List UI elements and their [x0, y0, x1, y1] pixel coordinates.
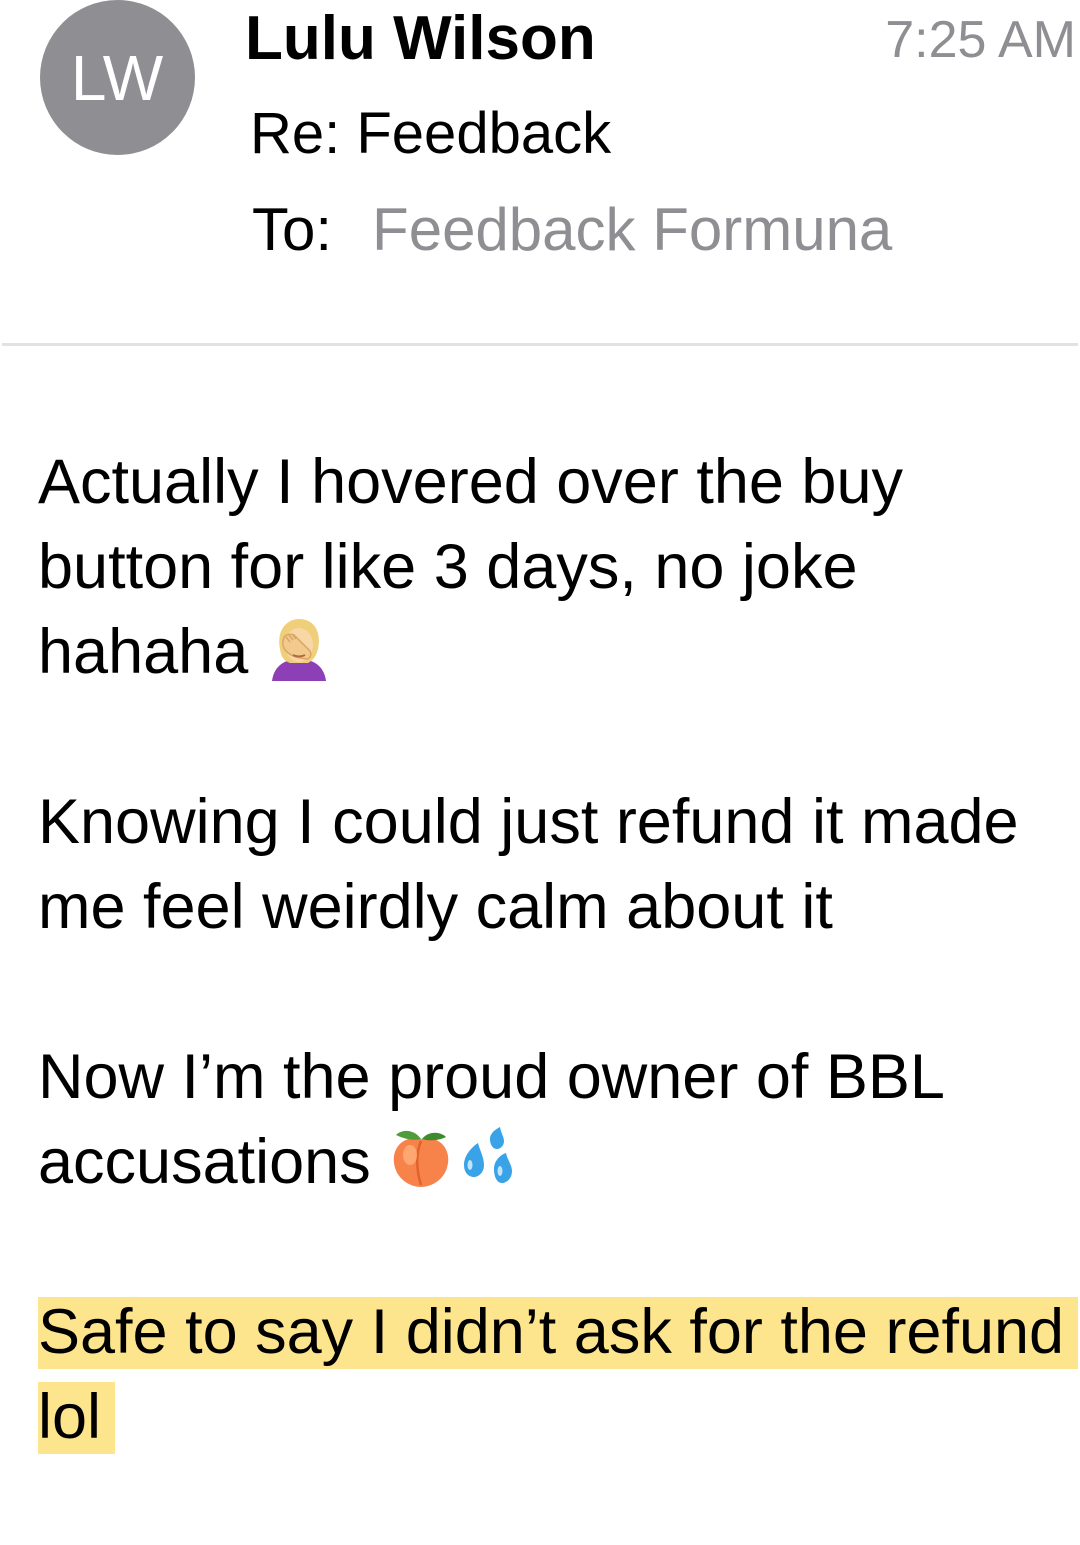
paragraph-text: Knowing I could just refund it made me f…	[38, 787, 1019, 942]
email-time: 7:25 AM	[885, 11, 1076, 69]
woman-facepalming-icon	[271, 619, 326, 681]
recipient-row: To: Feedback Formuna	[252, 195, 892, 265]
sweat-droplets-icon	[464, 1127, 513, 1183]
body-paragraph: Safe to say I didn’t ask for the refund …	[38, 1290, 1079, 1460]
recipient-name[interactable]: Feedback Formuna	[372, 196, 892, 263]
body-paragraph: Actually I hovered over the buy button f…	[38, 440, 1068, 695]
avatar[interactable]: LW	[40, 0, 195, 155]
peach-icon	[393, 1130, 449, 1187]
email-subject: Re: Feedback	[250, 101, 612, 166]
body-paragraph: Now I’m the proud owner of BBL accusatio…	[38, 1035, 1068, 1205]
header-divider	[2, 343, 1078, 346]
body-paragraph: Knowing I could just refund it made me f…	[38, 780, 1068, 950]
avatar-initials: LW	[70, 41, 165, 114]
sender-name[interactable]: Lulu Wilson	[245, 4, 596, 74]
email-body: Actually I hovered over the buy button f…	[38, 440, 1079, 1545]
to-label: To:	[252, 196, 333, 263]
email-header: LW Lulu Wilson 7:25 AM Re: Feedback To: F…	[0, 0, 1080, 345]
paragraph-text: Actually I hovered over the buy button f…	[38, 447, 903, 687]
highlighted-text: Safe to say I didn’t ask for the refund …	[38, 1297, 1079, 1454]
